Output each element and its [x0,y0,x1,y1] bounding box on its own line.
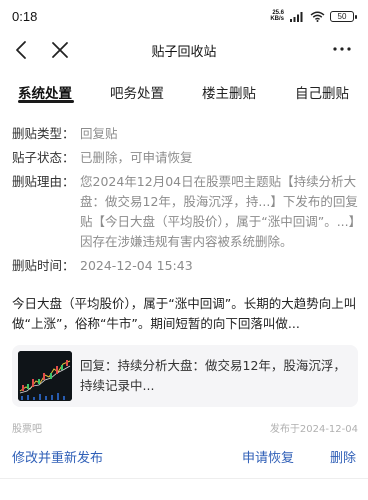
delete-time-value: 2024-12-04 15:43 [80,258,193,273]
tab-self-deleted[interactable]: 自己删贴 [295,82,349,102]
info-row-type: 删贴类型： 回复贴 [12,124,358,144]
delete-reason-value: 您2024年12月04日在股票吧主题贴【持续分析大盘：做交易12年，股海沉浮，持… [80,174,358,249]
stock-chart-thumbnail [18,351,72,401]
nav-bar: 贴子回收站 [0,34,368,68]
status-icons: 25.6 KB/s 50 [270,10,357,22]
delete-type-value: 回复贴 [80,126,118,141]
info-row-time: 删贴时间： 2024-12-04 15:43 [12,256,358,276]
page-title: 贴子回收站 [151,45,217,60]
signal-icon [290,11,303,22]
info-row-status: 贴子状态： 已删除，可申请恢复 [12,148,358,168]
edit-and-repost-button[interactable]: 修改并重新发布 [12,447,103,466]
info-row-reason: 删贴理由： 您2024年12月04日在股票吧主题贴【持续分析大盘：做交易12年，… [12,172,358,252]
network-speed: 25.6 KB/s [270,10,284,22]
delete-button[interactable]: 删除 [330,447,356,466]
active-tab-indicator [18,100,74,103]
quoted-post-card[interactable]: 回复：持续分析大盘：做交易12年，股海沉浮，持续记录中... [12,345,358,407]
divider [0,478,368,479]
tab-admin-disposal[interactable]: 吧务处置 [110,82,164,102]
deletion-info: 删贴类型： 回复贴 贴子状态： 已删除，可申请恢复 删贴理由： 您2024年12… [12,124,358,280]
tab-bar: 系统处置 吧务处置 楼主删贴 自己删贴 [0,78,368,112]
request-restore-button[interactable]: 申请恢复 [242,447,294,466]
post-published-date: 发布于2024-12-04 [269,424,358,435]
wifi-icon [310,11,325,22]
status-time: 0:18 [12,9,38,24]
delete-time-label: 删贴时间： [12,258,75,273]
status-bar: 0:18 25.6 KB/s 50 [0,0,368,34]
post-status-label: 贴子状态： [12,150,75,165]
post-source: 股票吧 [12,424,42,435]
deleted-post-content[interactable]: 今日大盘（平均股价），属于“涨中回调”。长期的大趋势向上叫做“上涨”，俗称“牛市… [12,294,358,334]
network-speed-unit: KB/s [270,16,284,22]
delete-type-label: 删贴类型： [12,126,75,141]
post-status-value: 已删除，可申请恢复 [80,150,193,165]
battery-icon: 50 [330,10,357,22]
tab-owner-deleted[interactable]: 楼主删贴 [202,82,256,102]
more-options-icon[interactable] [332,46,352,52]
quoted-post-text: 回复：持续分析大盘：做交易12年，股海沉浮，持续记录中... [80,358,346,393]
delete-reason-label: 删贴理由： [12,174,75,189]
tab-system-disposal[interactable]: 系统处置 [18,82,72,102]
